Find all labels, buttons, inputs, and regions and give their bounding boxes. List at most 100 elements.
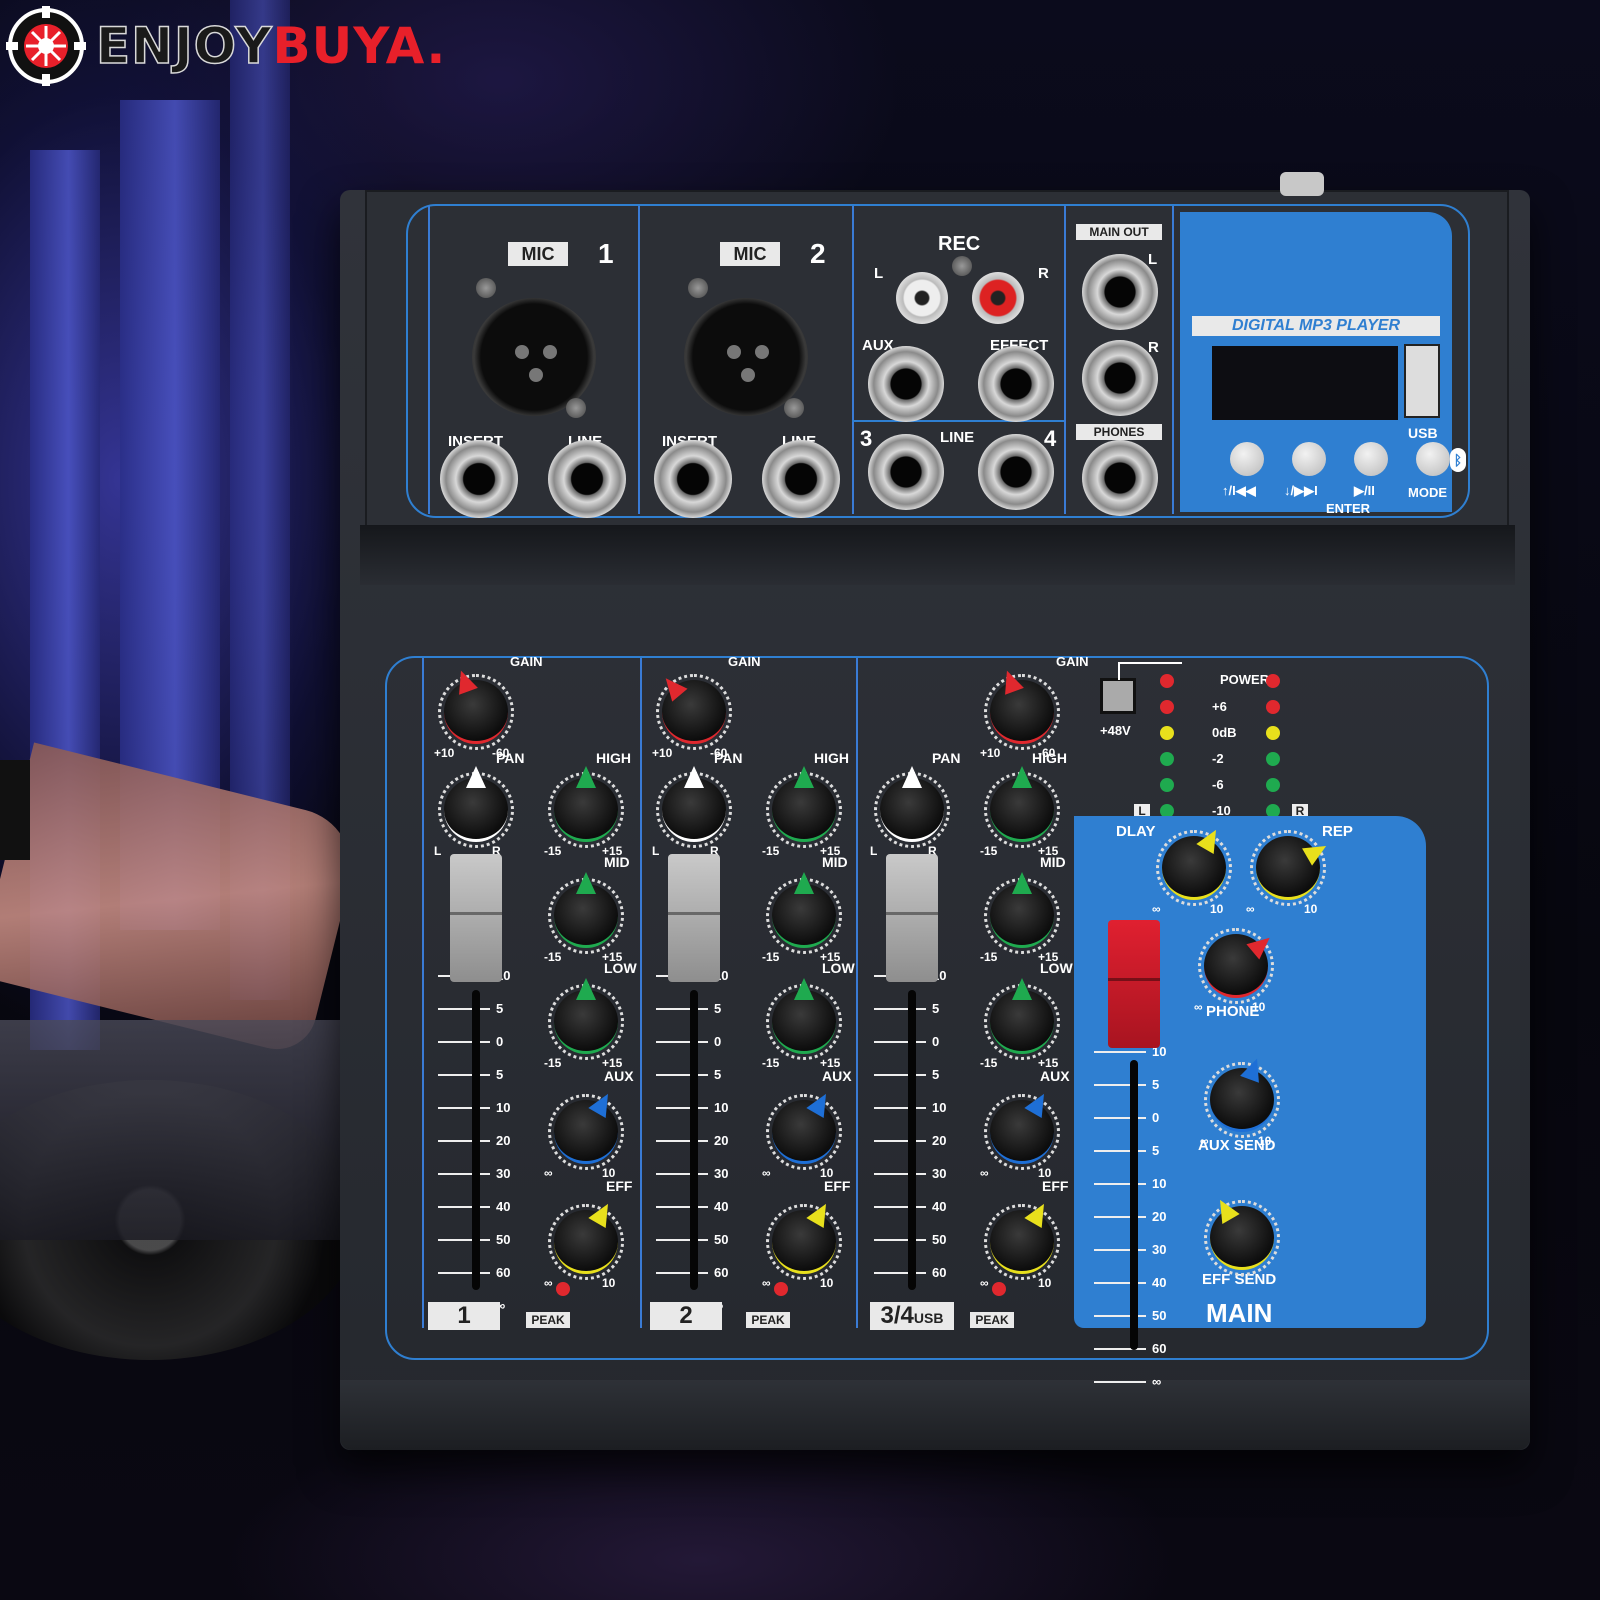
aux-knob[interactable] [772,1088,836,1164]
knob-min-label: -15 [980,950,998,964]
gain-knob[interactable] [990,667,1054,744]
xlr-pin [727,345,741,359]
eff-knob[interactable] [772,1198,836,1274]
mid-eq-knob[interactable] [554,872,618,948]
brand-logo: ENJOYBUYA. [6,6,446,86]
high-label: HIGH [1032,750,1067,766]
top-divider [1172,206,1174,514]
mp3-mode-button[interactable] [1416,442,1450,476]
phones-jack[interactable] [1082,440,1158,516]
xlr-pin [543,345,557,359]
top-jack [1280,172,1324,196]
fader-scale-label: 60 [714,1265,729,1280]
knob-pointer [576,766,596,788]
meter-level-label: -6 [1212,777,1224,792]
channel-fader[interactable] [668,854,720,982]
rec-r-rca[interactable] [972,272,1024,324]
mic2-insert-jack[interactable] [654,440,732,518]
usb-label: USB [1408,425,1438,441]
aux-jack[interactable] [868,346,944,422]
fader-scale-label: 5 [1152,1143,1160,1158]
low-eq-knob[interactable] [990,978,1054,1054]
pan-knob[interactable] [444,766,508,842]
rec-title: REC [938,233,981,255]
fader-scale-label: 30 [714,1166,729,1181]
fader-scale-label: 50 [1152,1308,1167,1323]
high-eq-knob[interactable] [554,766,618,842]
fader-scale-tick [874,1008,926,1010]
channel-strip-1: +10 -60 GAIN L R PAN -15 +15 HIGH -15 +15 MID -15 +15… [424,650,640,1350]
eff-knob[interactable] [990,1198,1054,1274]
brand-enjoy: ENJOY [95,17,273,75]
fader-scale-label: 40 [932,1199,947,1214]
phantom-power-button[interactable] [1100,678,1136,714]
knob-pointer [588,1088,617,1118]
gear-logo-icon [6,6,86,86]
low-eq-knob[interactable] [772,978,836,1054]
fader-scale-tick [874,1239,926,1241]
fader-scale-label: 20 [1152,1209,1167,1224]
eff-knob[interactable] [554,1198,618,1274]
mp3-play-button[interactable] [1354,442,1388,476]
channel-fader[interactable] [450,854,502,982]
mic1-line-jack[interactable] [548,440,626,518]
knob-pointer [588,1198,617,1228]
mp3-prev-button[interactable] [1230,442,1264,476]
fader-scale-tick [438,1074,490,1076]
brand-name: ENJOYBUYA. [95,20,446,72]
mic2-number: 2 [810,238,826,269]
mainout-l-jack[interactable] [1082,254,1158,330]
fader-scale-label: 5 [496,1001,504,1016]
pan-knob[interactable] [880,766,944,842]
mic1-insert-jack[interactable] [440,440,518,518]
channel-fader[interactable] [886,854,938,982]
pan-knob[interactable] [662,766,726,842]
mic2-line-jack[interactable] [762,440,840,518]
meter-led-right [1266,752,1280,766]
fader-scale-tick [438,1173,490,1175]
rec-l-rca[interactable] [896,272,948,324]
fader-scale-tick [656,1206,708,1208]
channel-strip-3-4: +10 -60 GAIN L R PAN -15 +15 HIGH -15 +15 MID -15 +15… [860,650,1089,1350]
fader-scale-label: 10 [1152,1176,1167,1191]
knob-max-label: 10 [1038,1276,1052,1290]
aux-knob[interactable] [990,1088,1054,1164]
knob-min-label: -15 [762,844,780,858]
rep-knob[interactable] [1256,836,1332,900]
mainout-r-jack[interactable] [1082,340,1158,416]
knob-pointer [451,667,478,695]
line4-jack[interactable] [978,434,1054,510]
mid-eq-knob[interactable] [990,872,1054,948]
eff-send-knob[interactable] [1210,1194,1274,1270]
fader-scale-label: 30 [932,1166,947,1181]
knob-min-label: ∞ [1194,1000,1203,1014]
fader-track [908,990,916,1290]
gain-knob[interactable] [444,667,508,744]
aux-knob[interactable] [554,1088,618,1164]
high-label: HIGH [814,750,849,766]
low-eq-knob[interactable] [554,978,618,1054]
fader-scale-label: 5 [932,1001,940,1016]
main-fader[interactable] [1108,920,1160,1048]
fader-scale-tick [656,1239,708,1241]
pan-label: PAN [714,750,743,766]
gain-label: GAIN [510,654,543,669]
mid-eq-knob[interactable] [772,872,836,948]
knob-min-label: -15 [544,950,562,964]
channel-strip-2: +10 -60 GAIN L R PAN -15 +15 HIGH -15 +15 MID -15 +15… [642,650,858,1350]
phone-knob[interactable] [1204,930,1277,998]
mp3-next-button[interactable] [1292,442,1326,476]
step-ledge [360,525,1515,585]
aux-send-knob[interactable] [1210,1055,1274,1132]
high-eq-knob[interactable] [990,766,1054,842]
gain-knob[interactable] [658,671,726,744]
knob-pointer [806,1088,835,1118]
line3-jack[interactable] [868,434,944,510]
high-eq-knob[interactable] [772,766,836,842]
effect-jack[interactable] [978,346,1054,422]
fader-scale-label: 5 [932,1067,940,1082]
fader-scale-label: 10 [714,1100,729,1115]
usb-port[interactable] [1404,344,1440,418]
channel-34-number: 3/4 [880,1302,914,1329]
fader-scale-tick [656,1173,708,1175]
